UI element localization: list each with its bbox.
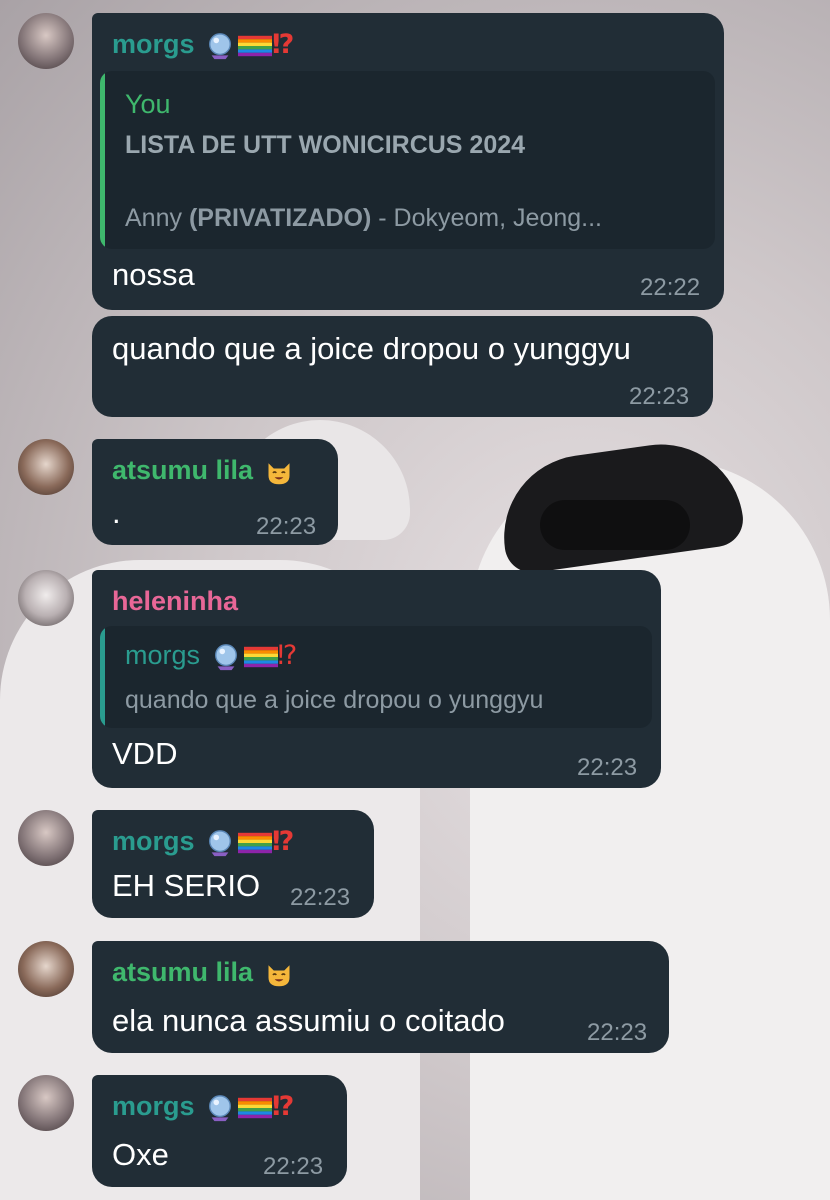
rainbow-flag-icon <box>238 1096 272 1120</box>
exclamation-question-icon: ⁉ <box>272 29 295 59</box>
message-bubble[interactable]: quando que a joice dropou o yunggyu 22:2… <box>92 316 713 417</box>
quoted-message[interactable]: morgs ⁉ quando que a joice dropou o yung… <box>100 626 652 728</box>
message-time: 22:23 <box>577 754 638 781</box>
exclamation-question-icon: ⁉ <box>277 640 298 670</box>
message-bubble[interactable]: morgs ⁉ You LISTA DE UTT WONICIRCUS 2024… <box>92 13 724 310</box>
message-text: nossa <box>112 257 195 292</box>
message-bubble[interactable]: atsumu lila ela nunca assumiu o coitado … <box>92 941 669 1053</box>
message-time: 22:22 <box>640 274 701 301</box>
sender-name[interactable]: heleninha <box>112 586 238 617</box>
sender-name[interactable]: atsumu lila <box>112 957 293 988</box>
sender-name[interactable]: atsumu lila <box>112 455 293 486</box>
smiling-cat-icon <box>265 458 293 486</box>
message-bubble[interactable]: morgs ⁉ Oxe 22:23 <box>92 1075 347 1187</box>
message-time: 22:23 <box>290 884 351 911</box>
message-text: quando que a joice dropou o yunggyu <box>112 331 631 366</box>
message-time: 22:23 <box>629 383 690 410</box>
message-text: Oxe <box>112 1137 169 1172</box>
crystal-ball-icon <box>206 32 234 60</box>
crystal-ball-icon <box>212 643 240 671</box>
exclamation-question-icon: ⁉ <box>272 1091 295 1121</box>
rainbow-flag-icon <box>238 831 272 855</box>
sender-name[interactable]: morgs ⁉ <box>112 29 294 60</box>
smiling-cat-icon <box>265 960 293 988</box>
avatar-morgs[interactable] <box>18 810 74 866</box>
message-text: ela nunca assumiu o coitado <box>112 1003 505 1038</box>
quoted-author: You <box>125 89 171 119</box>
avatar-morgs[interactable] <box>18 13 74 69</box>
quoted-author: morgs ⁉ <box>125 640 298 671</box>
avatar-atsumu-lila[interactable] <box>18 941 74 997</box>
message-text: VDD <box>112 736 178 771</box>
avatar-morgs[interactable] <box>18 1075 74 1131</box>
avatar-atsumu-lila[interactable] <box>18 439 74 495</box>
message-text: EH SERIO <box>112 868 261 903</box>
message-bubble[interactable]: atsumu lila . 22:23 <box>92 439 338 545</box>
exclamation-question-icon: ⁉ <box>272 826 295 856</box>
sender-name[interactable]: morgs ⁉ <box>112 826 294 857</box>
crystal-ball-icon <box>206 829 234 857</box>
message-bubble[interactable]: morgs ⁉ EH SERIO 22:23 <box>92 810 374 918</box>
rainbow-flag-icon <box>238 34 272 58</box>
quoted-message[interactable]: You LISTA DE UTT WONICIRCUS 2024 Anny (P… <box>100 71 715 249</box>
message-text: . <box>112 495 121 530</box>
quoted-preview: Anny (PRIVATIZADO) - Dokyeom, Jeong... <box>125 204 602 232</box>
message-time: 22:23 <box>263 1153 324 1180</box>
message-time: 22:23 <box>587 1019 648 1046</box>
message-time: 22:23 <box>256 513 317 540</box>
sender-name[interactable]: morgs ⁉ <box>112 1091 294 1122</box>
quoted-text: quando que a joice dropou o yunggyu <box>125 686 544 714</box>
crystal-ball-icon <box>206 1094 234 1122</box>
avatar-heleninha[interactable] <box>18 570 74 626</box>
message-bubble[interactable]: heleninha morgs ⁉ quando que a joice dro… <box>92 570 661 788</box>
rainbow-flag-icon <box>244 645 278 669</box>
quoted-title: LISTA DE UTT WONICIRCUS 2024 <box>125 131 526 159</box>
